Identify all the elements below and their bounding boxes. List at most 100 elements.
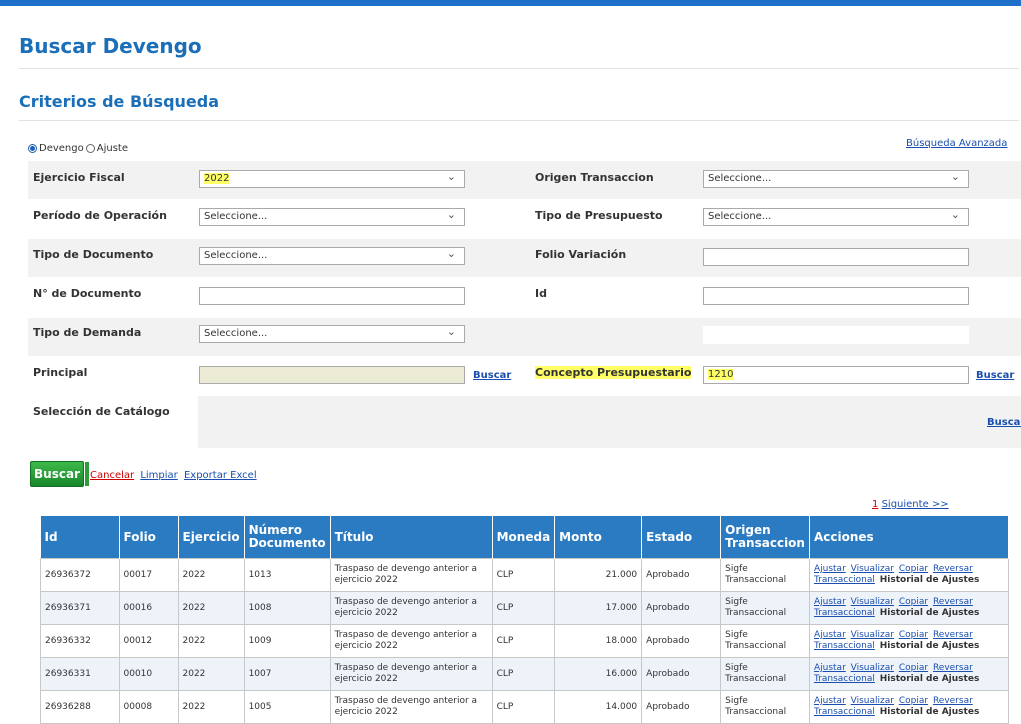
transaccional-link[interactable]: Transaccional bbox=[814, 575, 875, 585]
visualizar-link[interactable]: Visualizar bbox=[851, 696, 894, 706]
copiar-link[interactable]: Copiar bbox=[899, 630, 928, 640]
cell-origen: Sigfe Transaccional bbox=[720, 624, 810, 658]
col-estado[interactable]: Estado bbox=[641, 516, 722, 559]
cancel-link[interactable]: Cancelar bbox=[90, 470, 134, 481]
ajuste-radio-label: Ajuste bbox=[96, 143, 128, 154]
col-folio[interactable]: Folio bbox=[119, 516, 179, 559]
cell-estado: Aprobado bbox=[641, 624, 722, 658]
ajustar-link[interactable]: Ajustar bbox=[814, 630, 846, 640]
concepto-buscar-link[interactable]: Buscar bbox=[976, 370, 1014, 381]
export-excel-link[interactable]: Exportar Excel bbox=[184, 470, 257, 481]
transaccional-link[interactable]: Transaccional bbox=[814, 641, 875, 651]
cell-numero: 1009 bbox=[243, 624, 331, 658]
catalog-selection-area bbox=[198, 396, 1021, 448]
advanced-search-link[interactable]: Búsqueda Avanzada bbox=[906, 138, 1007, 149]
tipo-demanda-value: Seleccione... bbox=[204, 328, 268, 339]
reversar-link[interactable]: Reversar bbox=[933, 597, 973, 607]
cell-monto: 17.000 bbox=[554, 591, 643, 625]
numero-documento-label: N° de Documento bbox=[33, 287, 142, 300]
tipo-demanda-select[interactable]: Seleccione... bbox=[199, 324, 465, 343]
table-row: 26936332 00012 2022 1009 Traspaso de dev… bbox=[40, 624, 1009, 658]
clear-link[interactable]: Limpiar bbox=[140, 470, 177, 481]
cell-estado: Aprobado bbox=[641, 657, 722, 691]
devengo-radio[interactable] bbox=[28, 144, 37, 153]
periodo-operacion-select[interactable]: Seleccione... bbox=[199, 207, 465, 226]
folio-variacion-input[interactable] bbox=[703, 248, 969, 266]
tipo-presupuesto-label: Tipo de Presupuesto bbox=[535, 209, 663, 222]
cell-titulo: Traspaso de devengo anterior a ejercicio… bbox=[329, 558, 493, 592]
historial-ajustes-text: Historial de Ajustes bbox=[879, 674, 980, 684]
catalogo-buscar-link[interactable]: Buscar bbox=[987, 417, 1021, 428]
visualizar-link[interactable]: Visualizar bbox=[851, 630, 894, 640]
tipo-documento-value: Seleccione... bbox=[204, 250, 268, 261]
copiar-link[interactable]: Copiar bbox=[899, 564, 928, 574]
cell-acciones: Ajustar Visualizar Copiar Reversar Trans… bbox=[808, 624, 1009, 658]
cell-moneda: CLP bbox=[491, 624, 556, 658]
transaccional-link[interactable]: Transaccional bbox=[814, 674, 875, 684]
cell-monto: 18.000 bbox=[554, 624, 643, 658]
origen-transaccion-select[interactable]: Seleccione... bbox=[703, 169, 969, 188]
ajustar-link[interactable]: Ajustar bbox=[814, 597, 846, 607]
reversar-link[interactable]: Reversar bbox=[933, 663, 973, 673]
concepto-presupuestario-label: Concepto Presupuestario bbox=[535, 366, 692, 379]
copiar-link[interactable]: Copiar bbox=[899, 663, 928, 673]
cell-acciones: Ajustar Visualizar Copiar Reversar Trans… bbox=[808, 690, 1009, 724]
devengo-radio-label: Devengo bbox=[39, 143, 84, 154]
col-titulo[interactable]: Título bbox=[330, 516, 493, 559]
col-acciones: Acciones bbox=[809, 516, 1009, 559]
cell-titulo: Traspaso de devengo anterior a ejercicio… bbox=[329, 690, 493, 724]
reversar-link[interactable]: Reversar bbox=[933, 630, 973, 640]
visualizar-link[interactable]: Visualizar bbox=[851, 597, 894, 607]
search-button[interactable]: Buscar bbox=[30, 461, 89, 487]
page-title: Buscar Devengo bbox=[19, 34, 202, 58]
principal-input[interactable] bbox=[199, 366, 465, 384]
tipo-presupuesto-value: Seleccione... bbox=[708, 211, 772, 222]
cell-folio: 00017 bbox=[118, 558, 179, 592]
concepto-presupuestario-input[interactable]: 1210 bbox=[703, 366, 969, 384]
transaccional-link[interactable]: Transaccional bbox=[814, 608, 875, 618]
tipo-presupuesto-select[interactable]: Seleccione... bbox=[703, 207, 969, 226]
col-moneda[interactable]: Moneda bbox=[492, 516, 556, 559]
col-ejercicio[interactable]: Ejercicio bbox=[178, 516, 245, 559]
reversar-link[interactable]: Reversar bbox=[933, 564, 973, 574]
principal-buscar-link[interactable]: Buscar bbox=[473, 370, 511, 381]
table-row: 26936331 00010 2022 1007 Traspaso de dev… bbox=[40, 657, 1009, 691]
seleccion-catalogo-label: Selección de Catálogo bbox=[33, 405, 170, 418]
cell-folio: 00012 bbox=[118, 624, 179, 658]
section-divider bbox=[19, 120, 1019, 121]
cell-origen: Sigfe Transaccional bbox=[720, 558, 810, 592]
id-input[interactable] bbox=[703, 287, 969, 305]
cell-folio: 00016 bbox=[118, 591, 179, 625]
ajustar-link[interactable]: Ajustar bbox=[814, 663, 846, 673]
ajustar-link[interactable]: Ajustar bbox=[814, 564, 846, 574]
numero-documento-input[interactable] bbox=[199, 287, 465, 305]
copiar-link[interactable]: Copiar bbox=[899, 696, 928, 706]
ajuste-radio[interactable] bbox=[85, 144, 95, 153]
col-id[interactable]: Id bbox=[40, 516, 120, 559]
page-number-link[interactable]: 1 bbox=[872, 499, 878, 510]
action-links: Cancelar Limpiar Exportar Excel bbox=[90, 470, 260, 481]
cell-acciones: Ajustar Visualizar Copiar Reversar Trans… bbox=[808, 591, 1009, 625]
transaccional-link[interactable]: Transaccional bbox=[814, 707, 875, 717]
cell-moneda: CLP bbox=[491, 657, 556, 691]
col-numero-documento[interactable]: Número Documento bbox=[244, 516, 331, 559]
ejercicio-fiscal-select[interactable]: 2022 bbox=[199, 169, 465, 188]
cell-ejercicio: 2022 bbox=[177, 690, 245, 724]
tipo-documento-select[interactable]: Seleccione... bbox=[199, 246, 465, 265]
copiar-link[interactable]: Copiar bbox=[899, 597, 928, 607]
col-origen[interactable]: Origen Transaccion bbox=[720, 516, 810, 559]
visualizar-link[interactable]: Visualizar bbox=[851, 663, 894, 673]
col-monto[interactable]: Monto bbox=[554, 516, 643, 559]
next-page-link[interactable]: Siguiente >> bbox=[882, 499, 949, 510]
periodo-operacion-value: Seleccione... bbox=[204, 211, 268, 222]
title-divider bbox=[19, 68, 1019, 69]
visualizar-link[interactable]: Visualizar bbox=[851, 564, 894, 574]
reversar-link[interactable]: Reversar bbox=[933, 696, 973, 706]
historial-ajustes-text: Historial de Ajustes bbox=[879, 608, 980, 618]
historial-ajustes-text: Historial de Ajustes bbox=[879, 707, 980, 717]
cell-numero: 1005 bbox=[243, 690, 331, 724]
cell-ejercicio: 2022 bbox=[177, 624, 245, 658]
historial-ajustes-text: Historial de Ajustes bbox=[879, 575, 980, 585]
cell-moneda: CLP bbox=[491, 690, 556, 724]
ajustar-link[interactable]: Ajustar bbox=[814, 696, 846, 706]
